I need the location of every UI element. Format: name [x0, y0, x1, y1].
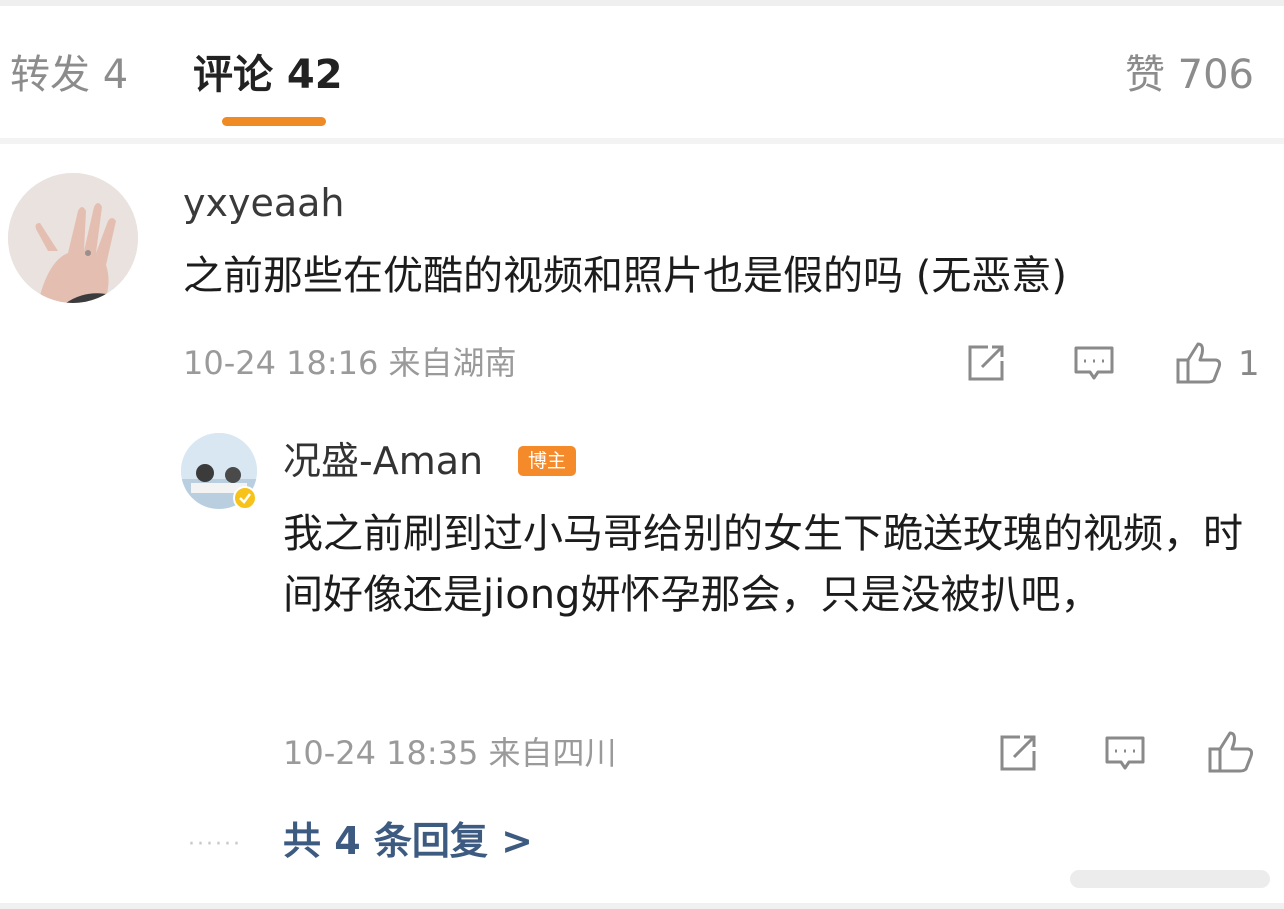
active-tab-indicator	[222, 117, 326, 126]
like-count: 1	[1238, 344, 1260, 384]
share-icon[interactable]	[998, 733, 1040, 773]
tab-divider	[0, 138, 1284, 144]
avatar[interactable]	[8, 173, 138, 303]
reply-text: 我之前刷到过小马哥给别的女生下跪送玫瑰的视频，时间好像还是jiong妍怀孕那会，…	[283, 511, 1243, 618]
comment-time: 10-24 18:16	[183, 344, 379, 382]
tab-bar: 转发 4 评论 42 赞 706	[0, 6, 1284, 138]
more-dots: ······	[188, 832, 242, 857]
verified-icon	[233, 486, 257, 510]
comment-text: 之前那些在优酷的视频和照片也是假的吗 (无恶意)	[183, 253, 1067, 299]
comment-meta: 10-24 18:16 来自湖南	[183, 343, 517, 383]
like-icon[interactable]	[1206, 729, 1256, 775]
comment-username[interactable]: yxyeaah	[183, 180, 345, 226]
bottom-divider	[0, 903, 1284, 909]
tab-repost[interactable]: 转发 4	[10, 50, 128, 100]
comment-location: 来自湖南	[388, 344, 517, 382]
avatar-image	[8, 173, 138, 303]
watermark	[1070, 866, 1270, 892]
tab-like[interactable]: 赞 706	[1125, 50, 1254, 100]
comment-icon[interactable]	[1072, 344, 1116, 384]
reply-location: 来自四川	[488, 734, 617, 772]
tab-comment[interactable]: 评论 42	[193, 50, 343, 100]
reply-time: 10-24 18:35	[283, 734, 479, 772]
reply-meta: 10-24 18:35 来自四川	[283, 733, 617, 773]
reply-username[interactable]: 况盛-Aman	[283, 438, 483, 484]
comment-icon[interactable]	[1103, 734, 1147, 774]
like-icon[interactable]	[1174, 340, 1224, 386]
share-icon[interactable]	[966, 343, 1008, 383]
author-badge: 博主	[518, 446, 576, 476]
more-replies-link[interactable]: 共 4 条回复 >	[283, 818, 533, 864]
